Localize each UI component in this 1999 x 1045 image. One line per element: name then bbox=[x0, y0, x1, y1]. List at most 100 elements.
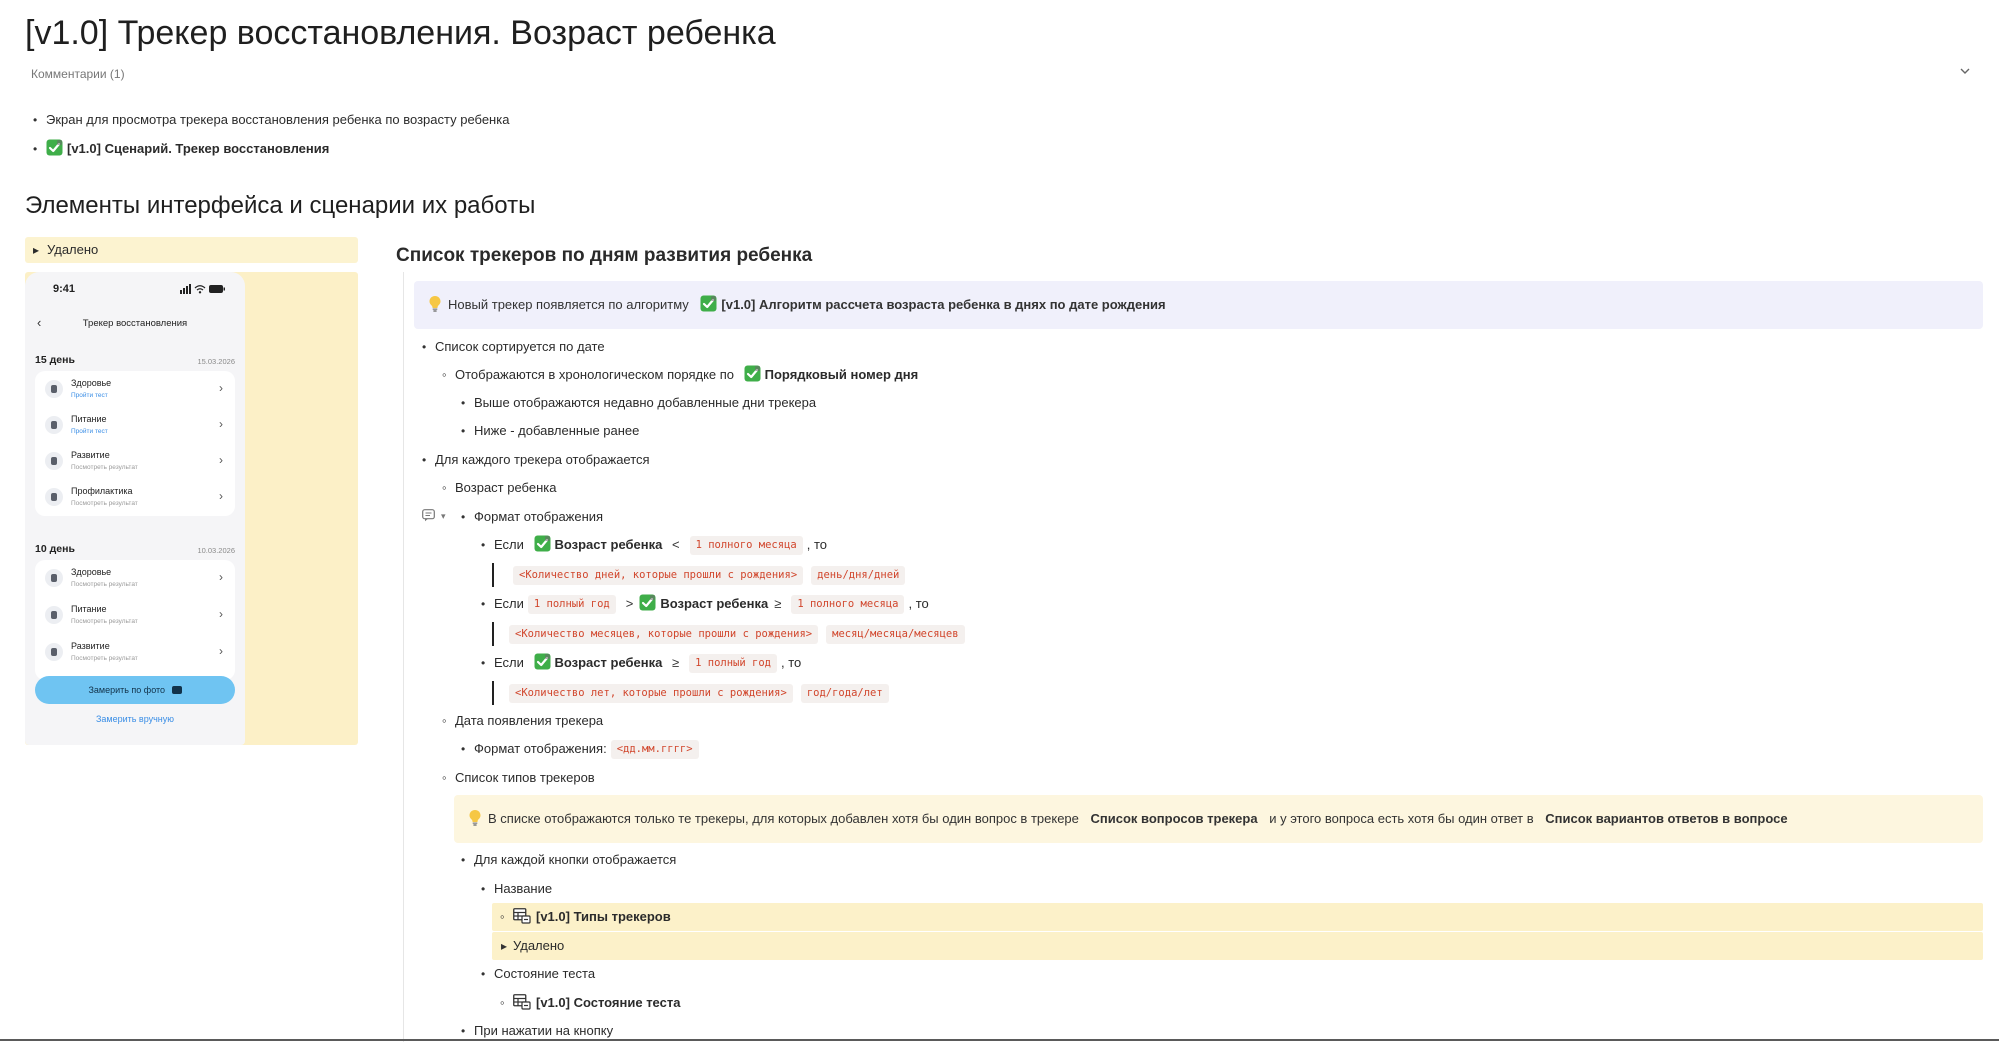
item-text: Формат отображения: bbox=[474, 741, 607, 756]
intro-description-text: Экран для просмотра трекера восстановлен… bbox=[46, 112, 510, 127]
test-state-text[interactable]: [v1.0] Состояние теста bbox=[536, 995, 680, 1010]
code-tag: 1 полного месяца bbox=[689, 536, 803, 555]
item-text: Удалено bbox=[513, 938, 565, 953]
item-text: Возраст ребенка bbox=[455, 480, 557, 495]
row-title: Развитие bbox=[71, 641, 110, 651]
mockup-frame: 9:41 ‹ Трекер восстановления 15 день 15.… bbox=[25, 272, 358, 745]
tracker-row-nutrition[interactable]: Питание Пройти тест › bbox=[35, 407, 235, 443]
callout-text: В списке отображаются только те трекеры,… bbox=[488, 811, 1079, 826]
algorithm-link[interactable]: [v1.0] Алгоритм рассчета возраста ребенк… bbox=[721, 297, 1165, 312]
chevron-right-icon: › bbox=[219, 417, 223, 431]
chevron-right-icon: › bbox=[219, 453, 223, 467]
questions-list-link[interactable]: Список вопросов трекера bbox=[1091, 811, 1258, 826]
tracker-row-health[interactable]: Здоровье Пройти тест › bbox=[35, 371, 235, 407]
test-state-link[interactable]: [v1.0] Состояние теста bbox=[500, 989, 680, 1017]
intro-description: Экран для просмотра трекера восстановлен… bbox=[33, 106, 510, 134]
health-icon bbox=[45, 569, 63, 587]
day-date: 15.03.2026 bbox=[197, 357, 235, 366]
deleted-toggle[interactable]: Удалено bbox=[25, 237, 358, 263]
highlight-row bbox=[492, 903, 1983, 931]
blocks-icon bbox=[45, 452, 63, 470]
measure-photo-label: Замерить по фото bbox=[88, 685, 166, 695]
item-text: При нажатии на кнопку bbox=[474, 1023, 614, 1038]
chevron-right-icon: › bbox=[219, 570, 223, 584]
code-tag: месяц/месяца/месяцев bbox=[826, 625, 965, 644]
operator: ≥ bbox=[671, 655, 680, 670]
if-label: Если bbox=[494, 537, 524, 552]
tracker-row-nutrition[interactable]: Питание Посмотреть результат › bbox=[35, 597, 235, 633]
condition-item: Если Возраст ребенка <1 полного месяца, … bbox=[481, 531, 827, 559]
day-title: 15 день bbox=[35, 354, 75, 366]
day-number-link[interactable]: Порядковый номер дня bbox=[765, 367, 919, 382]
tracker-row-development[interactable]: Развитие Посмотреть результат › bbox=[35, 443, 235, 479]
page-title: [v1.0] Трекер восстановления. Возраст ре… bbox=[25, 14, 776, 52]
item-text: Состояние теста bbox=[494, 966, 596, 981]
deleted-toggle[interactable]: Удалено bbox=[501, 932, 565, 960]
quote-bar bbox=[492, 681, 494, 705]
item-text: Отображаются в хронологическом порядке п… bbox=[455, 367, 735, 382]
comment-icon[interactable] bbox=[422, 509, 435, 522]
code-tag: день/дня/дней bbox=[811, 566, 906, 585]
chevron-right-icon: › bbox=[219, 489, 223, 503]
camera-icon bbox=[171, 686, 182, 694]
code-tag: <Количество лет, которые прошли с рожден… bbox=[509, 684, 793, 703]
health-icon bbox=[45, 380, 63, 398]
answers-list-link[interactable]: Список вариантов ответов в вопросе bbox=[1545, 811, 1787, 826]
intro-scenario-link[interactable]: [v1.0] Сценарий. Трекер восстановления bbox=[33, 135, 329, 163]
bottle-icon bbox=[45, 416, 63, 434]
tracker-list-heading: Список трекеров по дням развития ребенка bbox=[396, 245, 813, 266]
measure-photo-button[interactable]: Замерить по фото bbox=[35, 676, 235, 704]
row-title: Развитие bbox=[71, 450, 110, 460]
tracker-row-prevention[interactable]: Профилактика Посмотреть результат › bbox=[35, 479, 235, 515]
code-tag: <Количество месяцев, которые прошли с ро… bbox=[509, 625, 819, 644]
code-tag: 1 полного месяца bbox=[791, 595, 905, 614]
code-tag: год/года/лет bbox=[800, 684, 889, 703]
row-title: Питание bbox=[71, 604, 107, 614]
list-item: Отображаются в хронологическом порядке п… bbox=[442, 361, 919, 389]
list-item: Возраст ребенка bbox=[442, 474, 557, 502]
status-time: 9:41 bbox=[53, 283, 76, 295]
list-item: Состояние теста bbox=[481, 960, 596, 988]
day-title: 10 день bbox=[35, 543, 75, 555]
code-tag: <дд.мм.гггг> bbox=[610, 740, 699, 759]
format-item: <Количество дней, которые прошли с рожде… bbox=[509, 561, 909, 589]
chevron-down-icon[interactable]: ▾ bbox=[441, 511, 446, 522]
measure-manual-link[interactable]: Замерить вручную bbox=[25, 714, 245, 724]
item-text: Ниже - добавленные ранее bbox=[474, 423, 640, 438]
item-text: Формат отображения bbox=[474, 509, 604, 524]
row-title: Здоровье bbox=[71, 567, 112, 577]
comments-link[interactable]: Комментарии (1) bbox=[31, 67, 125, 81]
checkbox-page-icon bbox=[534, 653, 551, 670]
column-divider bbox=[403, 272, 404, 1042]
list-item: Дата появления трекера bbox=[442, 707, 603, 735]
row-title: Профилактика bbox=[71, 486, 133, 496]
list-item: Формат отображения bbox=[461, 503, 604, 531]
checkbox-page-icon bbox=[744, 365, 761, 382]
tracker-row-health[interactable]: Здоровье Посмотреть результат › bbox=[35, 560, 235, 596]
tracker-row-development[interactable]: Развитие Посмотреть результат › bbox=[35, 634, 235, 670]
row-title: Питание bbox=[71, 414, 107, 424]
operator: > bbox=[625, 596, 634, 611]
code-tag: 1 полный год bbox=[527, 595, 616, 614]
item-text: Список типов трекеров bbox=[455, 770, 595, 785]
lightbulb-icon bbox=[468, 809, 482, 827]
nav-title: Трекер восстановления bbox=[82, 318, 188, 329]
row-subtitle: Пройти тест bbox=[71, 428, 108, 435]
section-heading: Элементы интерфейса и сценарии их работы bbox=[25, 192, 536, 219]
child-age-link[interactable]: Возраст ребенка bbox=[660, 596, 768, 611]
bottom-divider bbox=[0, 1039, 1999, 1041]
item-text: Для каждого трекера отображается bbox=[435, 452, 650, 467]
tracker-types-text[interactable]: [v1.0] Типы трекеров bbox=[536, 909, 671, 924]
tracker-types-link[interactable]: [v1.0] Типы трекеров bbox=[500, 903, 671, 931]
child-age-link[interactable]: Возраст ребенка bbox=[555, 537, 663, 552]
row-subtitle: Посмотреть результат bbox=[71, 500, 138, 507]
row-subtitle: Посмотреть результат bbox=[71, 618, 138, 625]
chevron-down-icon[interactable] bbox=[1958, 64, 1972, 78]
child-age-link[interactable]: Возраст ребенка bbox=[555, 655, 663, 670]
blocks-icon bbox=[45, 643, 63, 661]
list-item: Выше отображаются недавно добавленные дн… bbox=[461, 389, 817, 417]
scenario-link-text[interactable]: [v1.0] Сценарий. Трекер восстановления bbox=[67, 141, 329, 156]
item-text: Выше отображаются недавно добавленные дн… bbox=[474, 395, 817, 410]
row-subtitle: Посмотреть результат bbox=[71, 464, 138, 471]
row-subtitle: Посмотреть результат bbox=[71, 655, 138, 662]
